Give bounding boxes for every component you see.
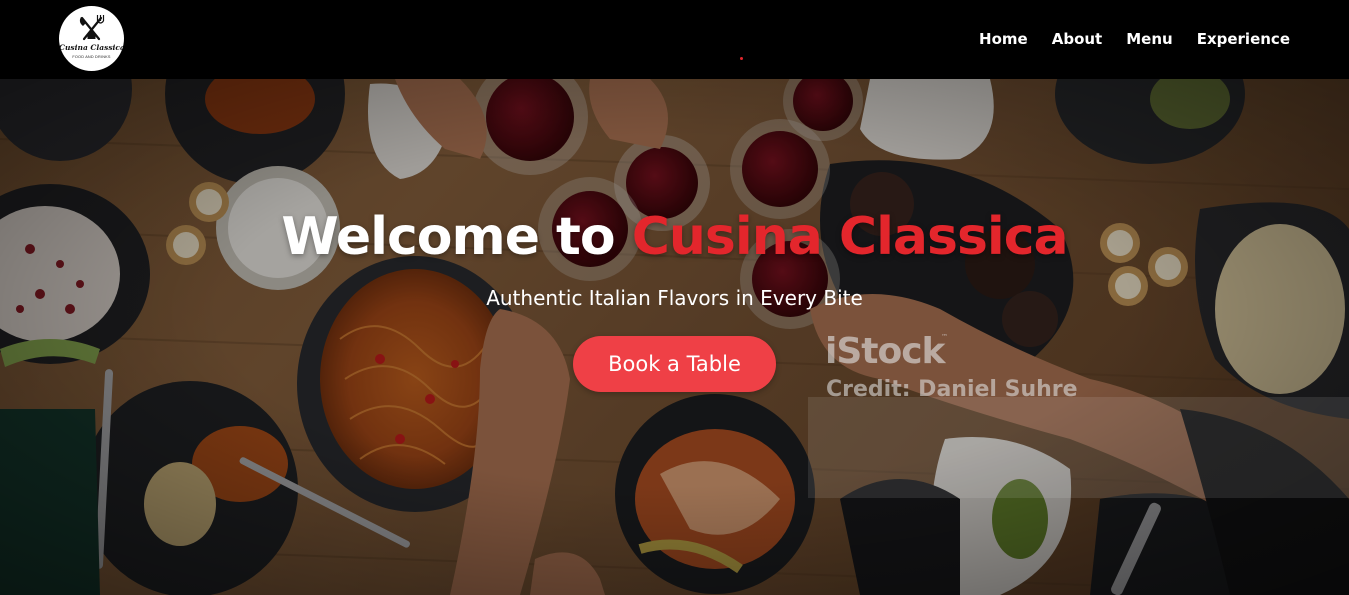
book-table-button[interactable]: Book a Table [573,336,776,392]
logo-tagline: FOOD AND DRINKS [72,55,111,59]
hero-subtitle: Authentic Italian Flavors in Every Bite [486,286,863,310]
hero-title-prefix: Welcome to [281,207,632,267]
crossed-fork-knife-icon [79,15,105,41]
nav-home-link[interactable]: Home [979,30,1028,49]
nav-indicator-dot [740,57,743,60]
nav-menu-link[interactable]: Menu [1126,30,1172,49]
logo-name: Cusina Classica [59,43,124,52]
nav-about-link[interactable]: About [1052,30,1103,49]
hero-title: Welcome to Cusina Classica [0,204,1349,270]
main-nav: Home About Menu Experience [979,30,1290,49]
watermark-credit: Credit: Daniel Suhre [826,377,1078,402]
brand-logo[interactable]: Cusina Classica FOOD AND DRINKS [59,6,124,71]
navbar: Cusina Classica FOOD AND DRINKS Home Abo… [0,0,1349,79]
hero-title-accent: Cusina Classica [631,207,1069,267]
watermark-overlay [808,397,1349,498]
hero-section: Welcome to Cusina Classica Authentic Ita… [0,79,1349,595]
watermark-trademark: ™ [941,333,948,341]
nav-experience-link[interactable]: Experience [1197,30,1290,49]
watermark-brand: iStock [825,331,945,372]
